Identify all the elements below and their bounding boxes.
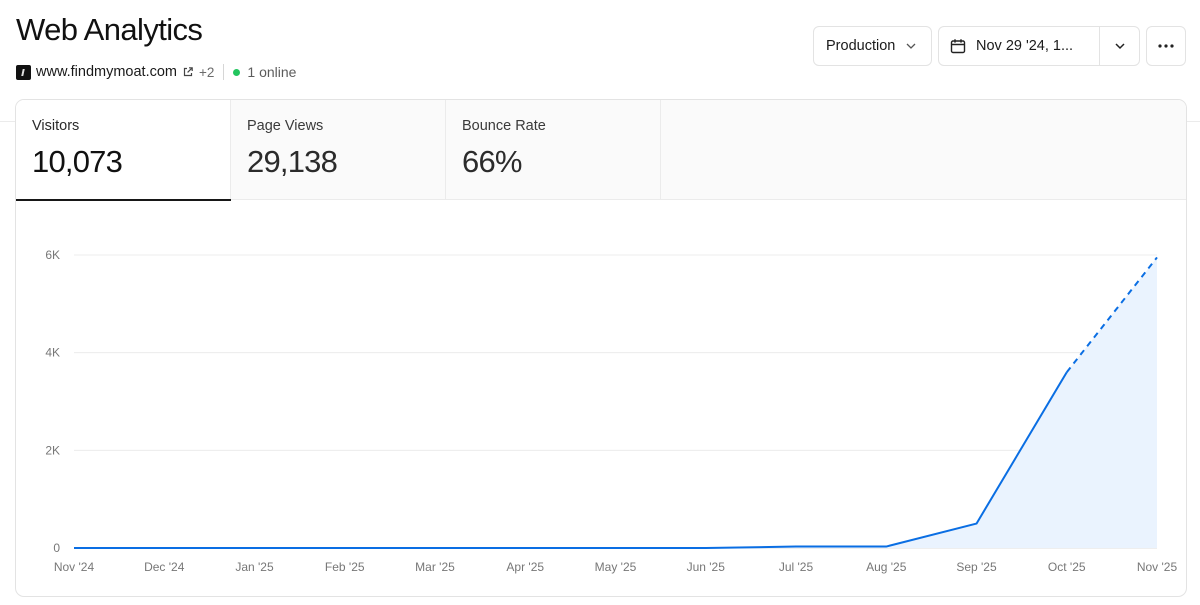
more-sites-count[interactable]: +2 — [199, 65, 214, 80]
header-controls: Production Nov 29 '24, 1... — [813, 26, 1186, 66]
y-tick-label: 2K — [45, 443, 60, 457]
analytics-card: Visitors 10,073 Page Views 29,138 Bounce… — [15, 99, 1187, 597]
y-tick-label: 4K — [45, 346, 60, 360]
environment-select[interactable]: Production — [813, 26, 932, 66]
x-tick-label: Aug '25 — [866, 560, 907, 574]
x-tick-label: May '25 — [595, 560, 637, 574]
chart-svg: 0 2K 4K 6K Nov '24 Dec '24 Jan '25 Feb '25 Mar '… — [45, 248, 1178, 574]
x-tick-label: Jul '25 — [779, 560, 814, 574]
tab-value: 66% — [462, 144, 522, 179]
site-domain-link[interactable]: www.findmymoat.com — [36, 64, 177, 80]
x-tick-label: Feb '25 — [325, 560, 365, 574]
page-title: Web Analytics — [16, 12, 203, 47]
tab-label: Visitors — [32, 118, 80, 134]
tab-visitors[interactable]: Visitors 10,073 — [16, 100, 231, 201]
x-tick-label: Nov '25 — [1137, 560, 1178, 574]
series-line — [74, 371, 1068, 549]
date-range-label: Nov 29 '24, 1... — [976, 38, 1074, 54]
external-link-icon[interactable] — [182, 66, 194, 78]
x-tick-label: Dec '24 — [144, 560, 185, 574]
x-tick-label: Mar '25 — [415, 560, 455, 574]
calendar-icon — [950, 39, 966, 54]
tab-label: Page Views — [247, 118, 324, 134]
x-tick-label: Jan '25 — [235, 560, 274, 574]
online-status-dot — [233, 68, 241, 76]
x-tick-label: Nov '24 — [54, 560, 95, 574]
y-tick-label: 6K — [45, 248, 60, 262]
online-count: 1 online — [247, 64, 297, 80]
visitors-chart: 0 2K 4K 6K Nov '24 Dec '24 Jan '25 Feb '25 Mar '… — [16, 201, 1186, 596]
tab-value: 29,138 — [247, 144, 338, 179]
divider — [223, 64, 225, 80]
x-tick-label: Apr '25 — [506, 560, 544, 574]
environment-label: Production — [826, 38, 896, 54]
chevron-down-icon — [906, 43, 916, 49]
date-range-picker[interactable]: Nov 29 '24, 1... — [938, 26, 1140, 66]
tab-page-views[interactable]: Page Views 29,138 — [231, 100, 446, 200]
area-fill — [74, 257, 1157, 548]
metric-tabs: Visitors 10,073 Page Views 29,138 Bounce… — [16, 100, 1186, 201]
x-tick-label: Jun '25 — [687, 560, 726, 574]
tab-value: 10,073 — [32, 144, 123, 179]
x-tick-label: Oct '25 — [1048, 560, 1086, 574]
tab-bounce-rate[interactable]: Bounce Rate 66% — [446, 100, 661, 200]
more-options-button[interactable] — [1146, 26, 1186, 66]
date-range-dropdown-button[interactable] — [1099, 27, 1139, 65]
site-favicon-icon — [16, 64, 31, 80]
x-tick-label: Sep '25 — [956, 560, 997, 574]
chevron-down-icon — [1114, 43, 1125, 50]
y-tick-label: 0 — [53, 541, 60, 555]
tab-label: Bounce Rate — [462, 118, 546, 134]
site-row: www.findmymoat.com +2 1 online — [16, 63, 296, 81]
more-horizontal-icon — [1158, 44, 1174, 48]
